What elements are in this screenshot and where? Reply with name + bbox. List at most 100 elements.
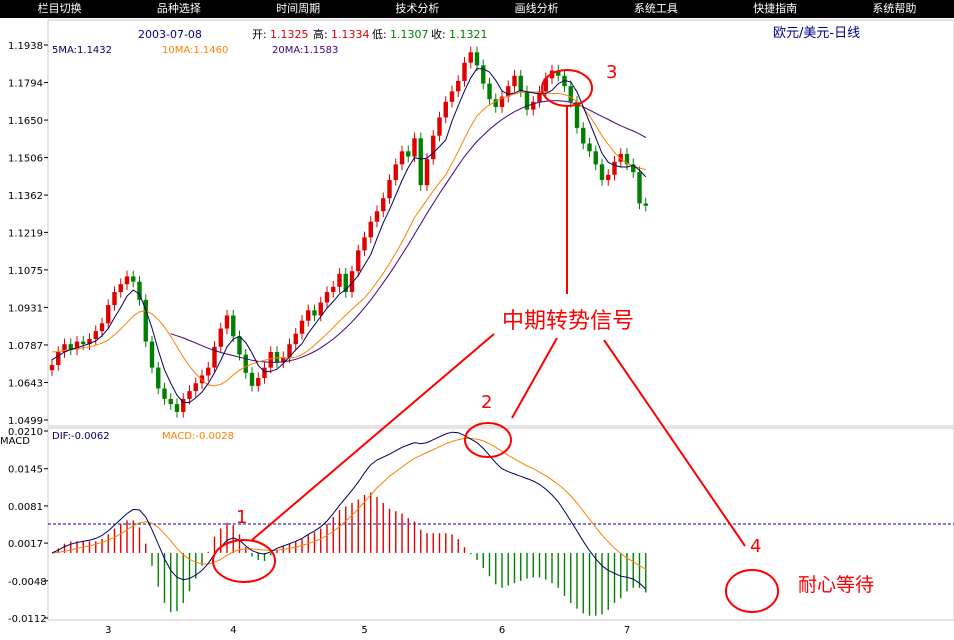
x-tick-label: 5: [361, 625, 367, 636]
menu-item-technical-analysis[interactable]: 技术分析: [358, 0, 477, 18]
candle-up: [56, 351, 61, 366]
candle-up: [374, 211, 380, 222]
ma5-legend: 5MA:1.1432: [52, 45, 112, 56]
candle-down: [237, 336, 242, 355]
price-tick-label: 1.1794: [8, 79, 43, 90]
macd-tick-label: -0.0112: [8, 614, 47, 625]
candle-up: [424, 159, 430, 186]
marker-1-label: 1: [236, 507, 247, 528]
candle-up: [49, 365, 55, 371]
candle-down: [481, 65, 486, 84]
candle-up: [606, 174, 611, 180]
macd-tick-label: 0.0081: [8, 502, 43, 513]
ma20-legend: 20MA:1.1583: [272, 45, 338, 56]
candle-down: [156, 367, 161, 389]
candle-up: [224, 315, 230, 329]
wait-label: 耐心等待: [798, 574, 874, 596]
header-low-value: 1.1307: [390, 28, 429, 41]
candle-up: [456, 80, 461, 92]
candle-up: [387, 179, 392, 199]
candle-down: [131, 276, 136, 282]
arrow-line-2: [511, 337, 558, 419]
candle-up: [187, 391, 192, 399]
candle-down: [174, 404, 180, 412]
candle-up: [506, 86, 511, 97]
menu-item-time-period[interactable]: 时间周期: [239, 0, 358, 18]
candle-down: [168, 398, 173, 405]
candle-up: [218, 328, 223, 347]
marker-2-label: 2: [481, 392, 492, 413]
arrow-line-4: [603, 339, 746, 547]
candle-down: [568, 86, 573, 102]
dif-line: [51, 431, 647, 590]
candle-down: [249, 372, 255, 386]
signal-circle-4: [725, 569, 779, 613]
menu-item-column-switch[interactable]: 栏目切换: [0, 0, 119, 18]
signal-circle-1: [212, 539, 276, 583]
chart-area[interactable]: 2003-07-08 开: 1.1325 高: 1.1334 低: 1.1307…: [0, 18, 954, 640]
x-tick-label: 6: [499, 625, 505, 636]
candle-down: [243, 354, 248, 373]
candle-up: [306, 310, 311, 321]
candle-up: [299, 320, 305, 334]
candle-up: [399, 151, 405, 165]
candle-up: [262, 367, 267, 379]
price-tick-label: 1.1650: [8, 116, 43, 127]
menu-bar: 栏目切换 品种选择 时间周期 技术分析 画线分析 系统工具 快捷指南 系统帮助: [0, 0, 954, 18]
menu-item-quick-guide[interactable]: 快捷指南: [716, 0, 835, 18]
candle-up: [118, 284, 123, 293]
chart-title: 欧元/美元-日线: [773, 26, 860, 41]
candle-down: [149, 341, 155, 368]
header-high-value: 1.1334: [331, 28, 370, 41]
price-tick-label: 1.1362: [8, 191, 43, 202]
candle-up: [381, 198, 386, 212]
candle-up: [531, 101, 536, 110]
candle-down: [599, 164, 605, 180]
header-low-label: 低:: [372, 28, 387, 41]
candle-down: [418, 138, 423, 186]
menu-item-drawing-analysis[interactable]: 画线分析: [477, 0, 596, 18]
candle-up: [268, 351, 273, 368]
candle-down: [643, 203, 648, 206]
signal-circle-3: [541, 69, 593, 107]
annotation-layer: 3 2 1 4 中期转势信号 耐心等待: [212, 62, 874, 613]
candle-up: [106, 305, 111, 324]
price-tick-label: 1.0787: [8, 341, 43, 352]
candle-up: [199, 375, 205, 384]
candle-up: [318, 302, 323, 316]
signal-label: 中期转势信号: [502, 309, 634, 334]
macd-tick-label: 0.0017: [8, 539, 43, 550]
menu-item-system-help[interactable]: 系统帮助: [835, 0, 954, 18]
macd-tick-label: 0.0210: [8, 427, 43, 438]
price-tick-label: 1.1506: [8, 154, 43, 165]
candle-down: [406, 151, 411, 157]
price-panel-frame: [47, 19, 954, 427]
price-tick-label: 1.1938: [8, 41, 43, 52]
candle-down: [581, 127, 586, 144]
marker-4-label: 4: [750, 536, 761, 557]
ma5-line: [51, 67, 647, 403]
candle-down: [162, 388, 167, 399]
candle-up: [462, 62, 467, 81]
candle-down: [81, 341, 86, 345]
candle-up: [468, 52, 473, 63]
candle-up: [393, 164, 398, 180]
price-tick-label: 1.1219: [8, 228, 43, 239]
menu-item-instrument-select[interactable]: 品种选择: [119, 0, 238, 18]
candle-up: [324, 292, 330, 303]
candle-up: [93, 331, 98, 339]
candle-up: [449, 91, 455, 102]
macd-legend: MACD:-0.0028: [162, 431, 234, 442]
candle-up: [124, 276, 130, 285]
price-tick-label: 1.0499: [8, 416, 43, 427]
menu-item-system-tools[interactable]: 系统工具: [596, 0, 715, 18]
candle-down: [637, 172, 642, 204]
arrow-line-1: [251, 333, 495, 541]
candle-up: [337, 273, 342, 287]
price-tick-label: 1.0643: [8, 378, 43, 389]
candle-up: [206, 367, 211, 376]
candle-down: [274, 351, 280, 363]
header-date: 2003-07-08: [138, 28, 202, 41]
candle-up: [437, 117, 442, 136]
x-tick-label: 3: [105, 625, 111, 636]
